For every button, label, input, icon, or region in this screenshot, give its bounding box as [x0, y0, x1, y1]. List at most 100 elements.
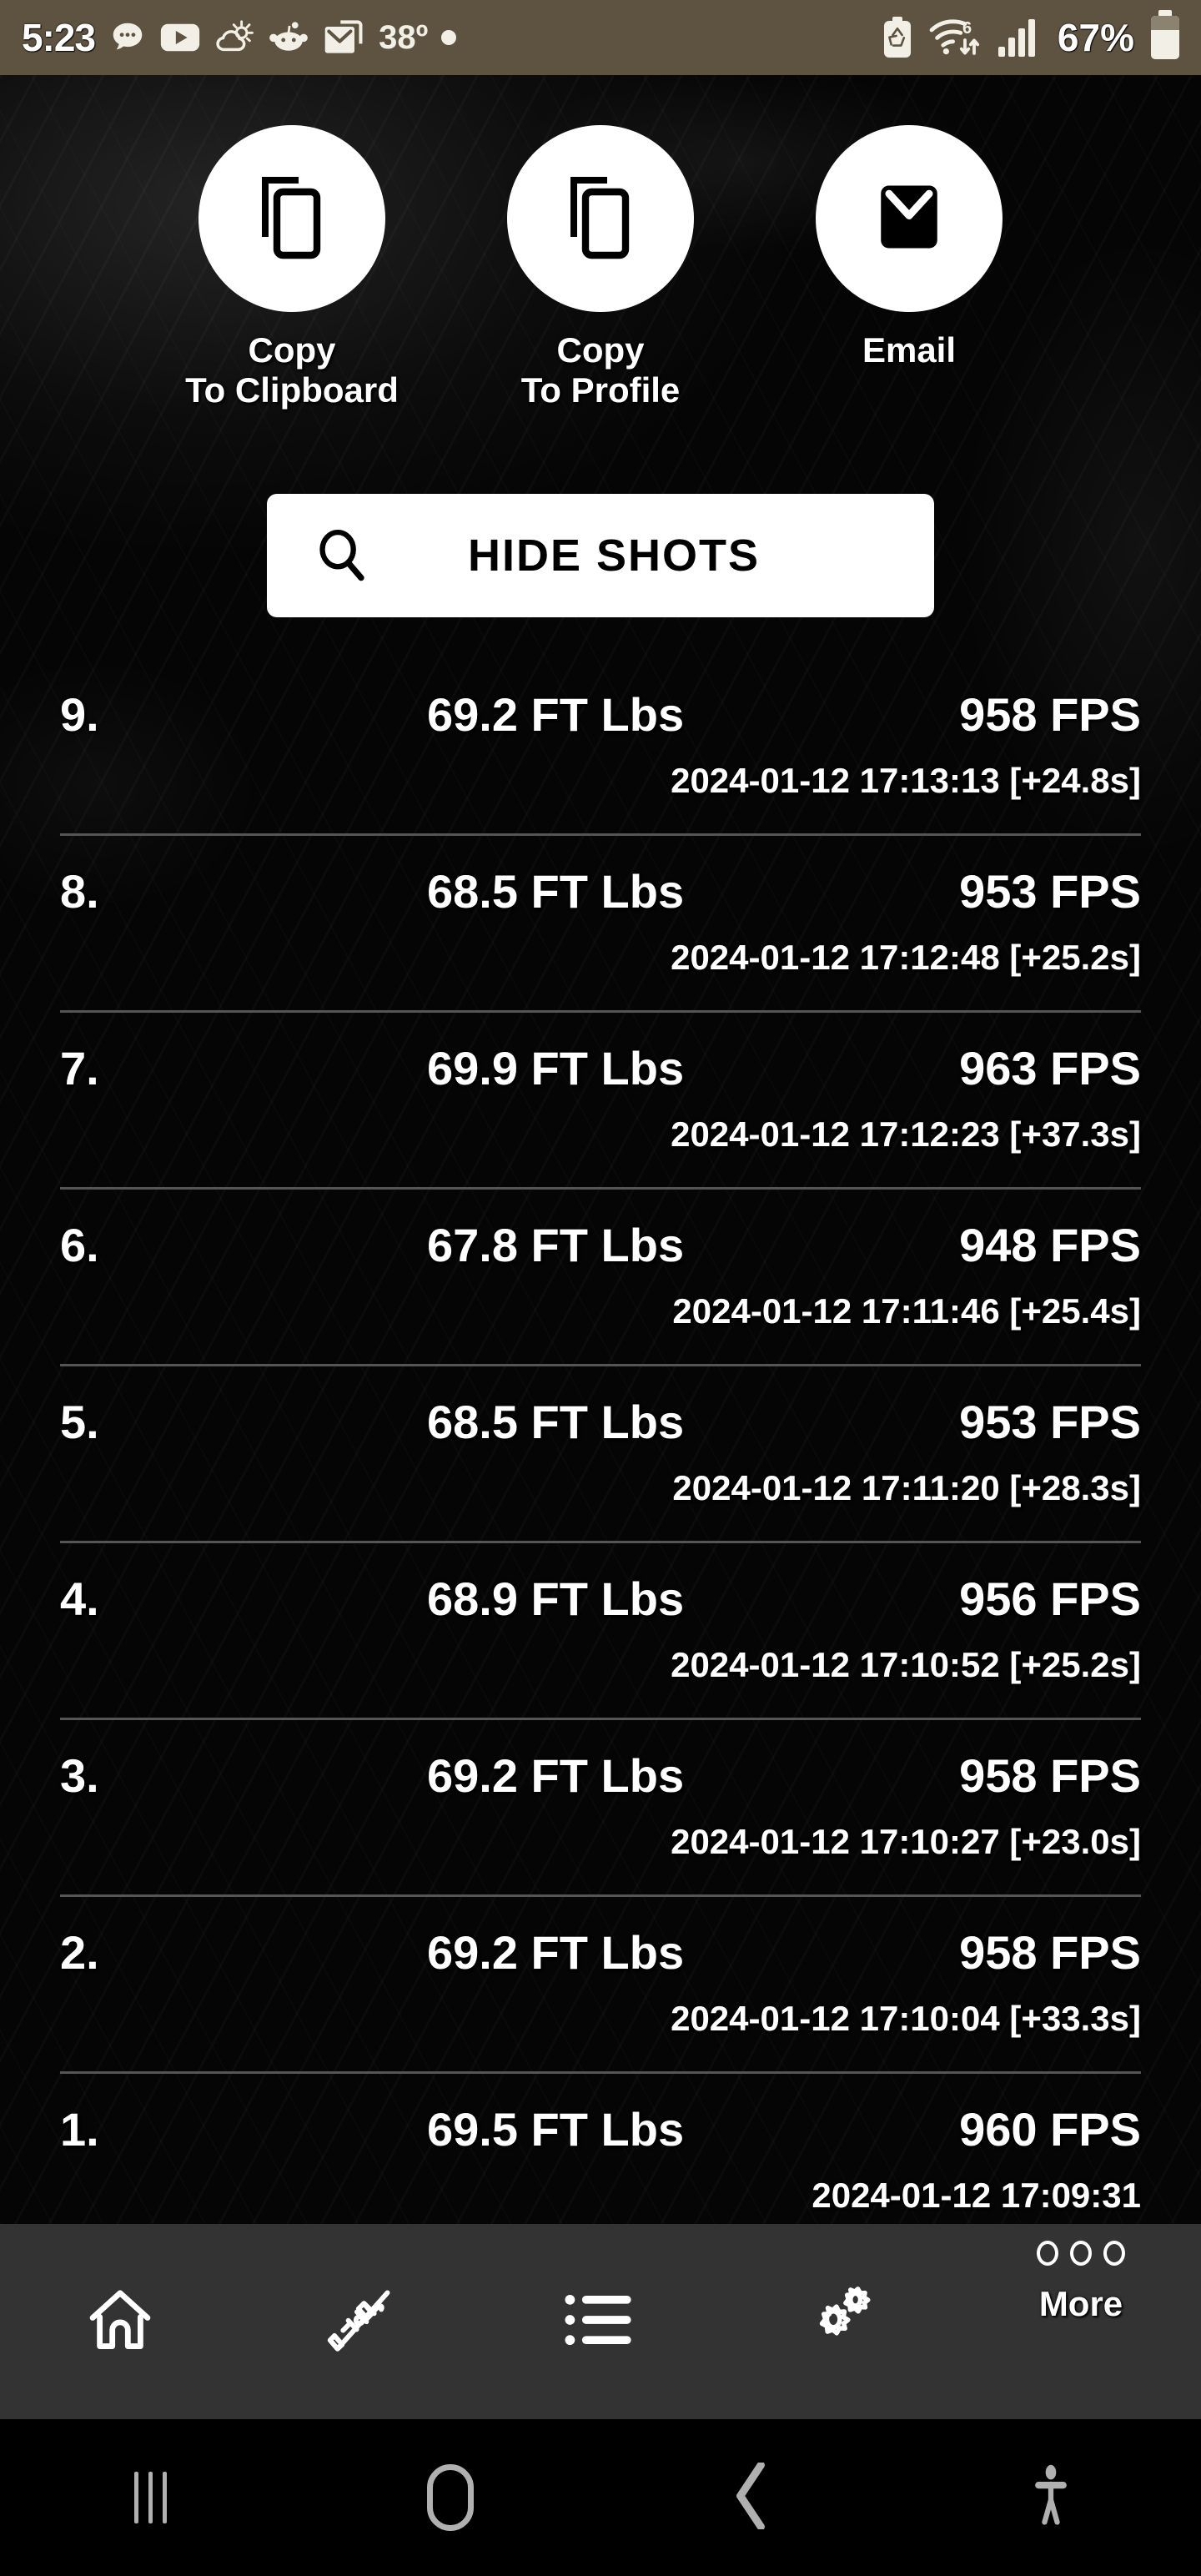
status-bar-left: 5:23 38º [22, 15, 457, 60]
system-navigation-bar [0, 2419, 1201, 2576]
shot-index: 2. [60, 1926, 99, 1979]
youtube-icon [160, 23, 200, 53]
battery-icon [1151, 10, 1179, 59]
copy-to-profile-button[interactable]: Copy To Profile [492, 125, 709, 411]
shot-row-main: 9. 69.2 FT Lbs 958 FPS [60, 659, 1141, 752]
sys-recents-button[interactable] [0, 2472, 300, 2523]
shot-index: 4. [60, 1572, 99, 1625]
shot-energy: 69.9 FT Lbs [427, 1042, 685, 1094]
table-row[interactable]: 5. 68.5 FT Lbs 953 FPS 2024-01-12 17:11:… [60, 1366, 1141, 1543]
status-clock: 5:23 [22, 16, 96, 59]
chat-bubble-icon [108, 18, 147, 57]
app-bottom-nav: More [0, 2224, 1201, 2419]
shot-row-main: 1. 69.5 FT Lbs 960 FPS [60, 2074, 1141, 2167]
copy-to-clipboard-label: Copy To Clipboard [185, 330, 399, 410]
shot-timestamp: 2024-01-12 17:10:52 [+25.2s] [671, 1645, 1141, 1684]
nav-more-button[interactable]: More [961, 2207, 1201, 2436]
recents-icon [133, 2472, 167, 2523]
gears-icon [801, 2282, 881, 2362]
shot-index: 3. [60, 1749, 99, 1802]
table-row[interactable]: 7. 69.9 FT Lbs 963 FPS 2024-01-12 17:12:… [60, 1013, 1141, 1190]
shot-row-main: 2. 69.2 FT Lbs 958 FPS [60, 1897, 1141, 1990]
shot-index: 1. [60, 2103, 99, 2156]
email-circle[interactable] [816, 125, 1003, 312]
more-dots-icon [1037, 2241, 1125, 2266]
nav-settings-button[interactable] [721, 2224, 961, 2419]
shot-energy: 69.2 FT Lbs [427, 1749, 685, 1802]
shot-row-main: 8. 68.5 FT Lbs 953 FPS [60, 836, 1141, 929]
shot-energy: 69.2 FT Lbs [427, 1926, 685, 1979]
nav-list-button[interactable] [480, 2224, 721, 2419]
phone-screen: 5:23 38º 6 67% Copy To Clipboard Copy To… [0, 0, 1201, 2576]
shot-row-main: 7. 69.9 FT Lbs 963 FPS [60, 1013, 1141, 1106]
back-chevron-icon [732, 2460, 769, 2533]
shot-energy: 68.5 FT Lbs [427, 865, 685, 918]
weather-icon [214, 18, 255, 57]
shot-row-main: 3. 69.2 FT Lbs 958 FPS [60, 1720, 1141, 1814]
shot-list[interactable]: 9. 69.2 FT Lbs 958 FPS 2024-01-12 17:13:… [0, 659, 1201, 2251]
shot-speed: 953 FPS [959, 865, 1141, 918]
shot-timestamp: 2024-01-12 17:11:20 [+28.3s] [672, 1468, 1141, 1507]
hide-shots-label: HIDE SHOTS [467, 531, 761, 581]
shot-energy: 69.2 FT Lbs [427, 688, 685, 741]
shot-timestamp: 2024-01-12 17:11:46 [+25.4s] [672, 1291, 1141, 1331]
battery-saver-icon [882, 16, 912, 59]
table-row[interactable]: 2. 69.2 FT Lbs 958 FPS 2024-01-12 17:10:… [60, 1897, 1141, 2074]
email-label: Email [862, 330, 957, 370]
nav-more-label: More [1038, 2284, 1123, 2323]
status-bar-right: 6 67% [882, 10, 1179, 60]
shot-row-main: 5. 68.5 FT Lbs 953 FPS [60, 1366, 1141, 1460]
notification-dot-icon [441, 30, 457, 45]
table-row[interactable]: 6. 67.8 FT Lbs 948 FPS 2024-01-12 17:11:… [60, 1190, 1141, 1366]
shot-energy: 68.5 FT Lbs [427, 1396, 685, 1448]
shot-speed: 956 FPS [959, 1572, 1141, 1625]
home-pill-icon [427, 2464, 474, 2531]
table-row[interactable]: 9. 69.2 FT Lbs 958 FPS 2024-01-12 17:13:… [60, 659, 1141, 836]
sys-back-button[interactable] [600, 2460, 901, 2533]
sys-home-button[interactable] [300, 2464, 600, 2531]
envelope-icon [872, 176, 947, 262]
table-row[interactable]: 3. 69.2 FT Lbs 958 FPS 2024-01-12 17:10:… [60, 1720, 1141, 1897]
shot-index: 7. [60, 1042, 99, 1094]
shot-index: 6. [60, 1219, 99, 1271]
shot-energy: 67.8 FT Lbs [427, 1219, 685, 1271]
email-button[interactable]: Email [801, 125, 1018, 411]
shot-energy: 68.9 FT Lbs [427, 1572, 685, 1625]
copy-icon [249, 170, 335, 268]
nav-home-button[interactable] [0, 2224, 240, 2419]
copy-icon [557, 170, 644, 268]
copy-to-profile-circle[interactable] [507, 125, 694, 312]
home-icon [84, 2284, 156, 2360]
shot-speed: 953 FPS [959, 1396, 1141, 1448]
search-icon [315, 528, 369, 583]
copy-to-clipboard-button[interactable]: Copy To Clipboard [183, 125, 400, 411]
shot-timestamp: 2024-01-12 17:10:04 [+33.3s] [671, 1999, 1141, 2038]
shot-speed: 958 FPS [959, 688, 1141, 741]
shot-speed: 958 FPS [959, 1926, 1141, 1979]
shot-index: 8. [60, 865, 99, 918]
copy-to-clipboard-circle[interactable] [198, 125, 385, 312]
table-row[interactable]: 4. 68.9 FT Lbs 956 FPS 2024-01-12 17:10:… [60, 1543, 1141, 1720]
shot-speed: 948 FPS [959, 1219, 1141, 1271]
shot-timestamp: 2024-01-12 17:10:27 [+23.0s] [671, 1822, 1141, 1861]
status-temperature: 38º [379, 18, 429, 56]
shot-index: 5. [60, 1396, 99, 1448]
action-buttons-row: Copy To Clipboard Copy To Profile Email [0, 125, 1201, 411]
reddit-icon [269, 20, 309, 55]
battery-percent: 67% [1057, 16, 1134, 59]
wifi-6-icon: 6 [929, 16, 981, 59]
nav-rifle-button[interactable] [240, 2224, 480, 2419]
shot-row-main: 4. 68.9 FT Lbs 956 FPS [60, 1543, 1141, 1637]
gmail-icon [322, 18, 365, 57]
shot-timestamp: 2024-01-12 17:12:48 [+25.2s] [671, 938, 1141, 977]
sys-accessibility-button[interactable] [901, 2464, 1201, 2532]
svg-text:6: 6 [962, 19, 972, 38]
shot-speed: 960 FPS [959, 2103, 1141, 2156]
table-row[interactable]: 8. 68.5 FT Lbs 953 FPS 2024-01-12 17:12:… [60, 836, 1141, 1013]
rifle-scope-icon [320, 2280, 400, 2364]
shot-speed: 958 FPS [959, 1749, 1141, 1802]
hide-shots-button[interactable]: HIDE SHOTS [267, 494, 934, 617]
cellular-signal-icon [997, 18, 1041, 58]
shot-row-main: 6. 67.8 FT Lbs 948 FPS [60, 1190, 1141, 1283]
shot-speed: 963 FPS [959, 1042, 1141, 1094]
